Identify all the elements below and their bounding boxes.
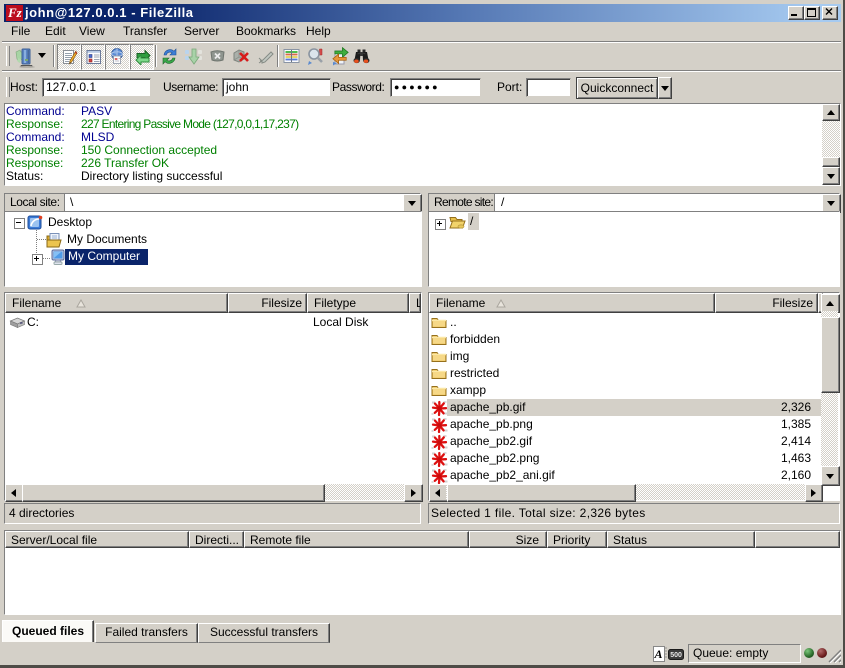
svg-text:A: A [654, 647, 663, 661]
svg-text:500: 500 [670, 652, 682, 659]
